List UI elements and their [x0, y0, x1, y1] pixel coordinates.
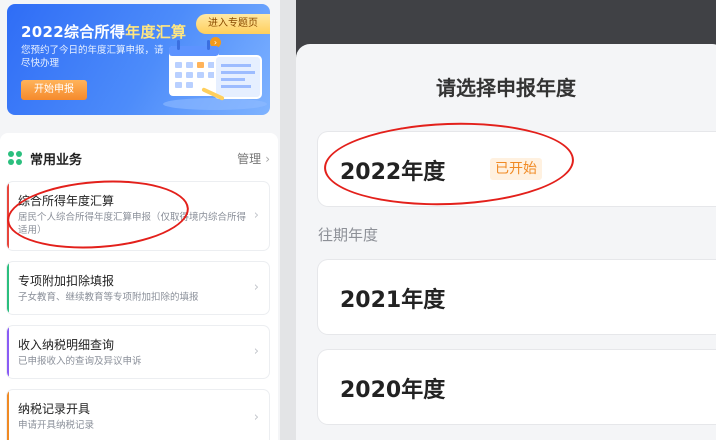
item-accent-bar	[7, 326, 9, 378]
item-title: 专项附加扣除填报	[18, 274, 115, 288]
item-accent-bar	[7, 390, 9, 440]
business-item-tax-record[interactable]: 纳税记录开具 申请开具纳税记录 ›	[7, 390, 269, 440]
grid-icon	[8, 151, 22, 165]
manage-button[interactable]: 管理 ›	[237, 150, 270, 167]
banner-description: 您预约了今日的年度汇算申报，请尽快办理	[21, 45, 164, 69]
status-badge: 已开始	[490, 158, 542, 180]
chevron-right-icon: ›	[265, 152, 270, 166]
common-business-header: 常用业务 管理 ›	[0, 133, 278, 181]
year-label: 2021年度	[340, 288, 446, 313]
year-option-2022[interactable]: 2022年度 已开始	[318, 132, 716, 206]
item-accent-bar	[7, 262, 9, 314]
year-select-sheet: 请选择申报年度 2022年度 已开始 往期年度 2021年度 2020年度	[296, 44, 716, 440]
year-option-2020[interactable]: 2020年度	[318, 350, 716, 424]
item-description: 申请开具纳税记录	[18, 420, 95, 431]
chevron-right-icon: ›	[253, 410, 259, 425]
item-title: 纳税记录开具	[18, 402, 91, 416]
item-title: 综合所得年度汇算	[18, 194, 115, 208]
section-title: 常用业务	[30, 153, 83, 168]
business-item-special-deduction[interactable]: 专项附加扣除填报 子女教育、继续教育等专项附加扣除的填报 ›	[7, 262, 269, 314]
year-label: 2022年度	[340, 160, 446, 185]
annual-settlement-banner[interactable]: 2022综合所得年度汇算 您预约了今日的年度汇算申报，请尽快办理 开始申报 进入…	[7, 4, 270, 115]
common-business-card: 常用业务 管理 › 综合所得年度汇算 居民个人综合所得年度汇算申报（仅取得境内综合…	[0, 133, 278, 440]
start-declaration-button[interactable]: 开始申报	[21, 80, 87, 100]
left-panel: 2022综合所得年度汇算 您预约了今日的年度汇算申报，请尽快办理 开始申报 进入…	[0, 0, 280, 440]
business-item-annual-settlement[interactable]: 综合所得年度汇算 居民个人综合所得年度汇算申报（仅取得境内综合所得适用） ›	[7, 182, 269, 250]
topic-page-link[interactable]: 进入专题页›	[196, 14, 270, 48]
item-title: 收入纳税明细查询	[18, 338, 115, 352]
year-label: 2020年度	[340, 378, 446, 403]
past-years-heading: 往期年度	[318, 226, 379, 244]
item-description: 子女教育、继续教育等专项附加扣除的填报	[18, 292, 199, 303]
chevron-right-icon: ›	[253, 208, 259, 223]
panel-divider	[280, 0, 296, 440]
item-description: 居民个人综合所得年度汇算申报（仅取得境内综合所得适用）	[18, 212, 247, 236]
chevron-right-icon: ›	[253, 280, 259, 295]
business-item-income-query[interactable]: 收入纳税明细查询 已申报收入的查询及异议申诉 ›	[7, 326, 269, 378]
chevron-right-icon: ›	[253, 344, 259, 359]
year-option-2021[interactable]: 2021年度	[318, 260, 716, 334]
sheet-title: 请选择申报年度	[436, 76, 576, 100]
item-accent-bar	[7, 182, 9, 250]
item-description: 已申报收入的查询及异议申诉	[18, 356, 142, 367]
right-panel: 请选择申报年度 2022年度 已开始 往期年度 2021年度 2020年度	[296, 0, 716, 440]
calendar-illustration-icon	[163, 40, 267, 110]
